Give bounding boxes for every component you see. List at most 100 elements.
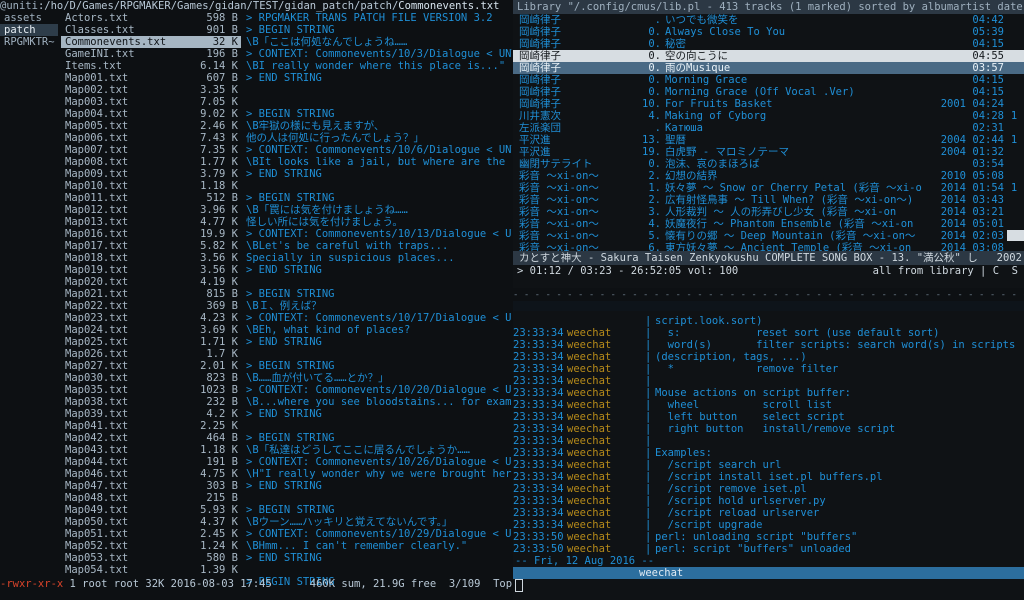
nick-separator: | [645,363,652,375]
cmus-track-row[interactable]: 彩音 ～xi-on～ 1. 妖々夢 ～ Snow or Cherry Petal (… [513,182,1024,194]
ranger-file-row[interactable]: Map004.txt 9.02 K [61,108,241,120]
nick-separator: | [645,339,652,351]
ranger-file-row[interactable]: Map013.txt 4.77 K [61,216,241,228]
ranger-file-row[interactable]: Items.txt 6.14 K [61,60,241,72]
ranger-file-row[interactable]: Map008.txt 1.77 K [61,156,241,168]
file-name: Commonevents.txt [65,36,167,48]
ranger-file-row[interactable]: Map030.txt 823 B [61,372,241,384]
ranger-file-row[interactable]: Map047.txt 303 B [61,480,241,492]
ranger-file-row[interactable]: Map026.txt 1.7 K [61,348,241,360]
ranger-file-row[interactable]: Map027.txt 2.01 K [61,360,241,372]
ranger-file-row[interactable]: Map035.txt 1023 B [61,384,241,396]
file-name: Map039.txt [65,408,129,420]
ranger-file-row[interactable]: Map048.txt 215 B [61,492,241,504]
ranger-file-row[interactable]: Map025.txt 1.71 K [61,336,241,348]
cmus-track-row[interactable]: 彩音 ～xi-on～ 2. 幻想の結界 2010 05:08 [513,170,1024,182]
cmus-track-row[interactable]: 岡崎律子 10. For Fruits Basket 2001 04:24 [513,98,1024,110]
ranger-file-row[interactable]: Map053.txt 580 B [61,552,241,564]
ranger-file-row[interactable]: Map006.txt 7.43 K [61,132,241,144]
ranger-file-row[interactable]: Map007.txt 7.35 K [61,144,241,156]
ranger-file-row[interactable]: Map020.txt 4.19 K [61,276,241,288]
ranger-file-row[interactable]: Map038.txt 232 B [61,396,241,408]
cmus-track-row[interactable]: 岡崎律子 0. 空の向こうに 04:55 [513,50,1024,62]
cmus-track-row[interactable]: 岡崎律子. いつでも微笑を 04:42 [513,14,1024,26]
ranger-file-row[interactable]: Map024.txt 3.69 K [61,324,241,336]
cmus-track-row[interactable]: 彩音 ～xi-on～ 4. 妖魔夜行 ～ Phantom Ensemble (彩音 … [513,218,1024,230]
file-name: Map019.txt [65,264,129,276]
track-duration: 02:31 [972,122,1004,134]
file-size: 1.71 K [200,336,238,348]
track-title: 幻想の結界 [665,170,718,182]
weechat-message-line: 23:33:34 weechat | /script remove iset.pl [513,483,1024,495]
cmus-track-row[interactable]: 左派楽団. Катюша 02:31 [513,122,1024,134]
ranger-file-row[interactable]: Map051.txt 2.45 K [61,528,241,540]
ranger-file-row[interactable]: Map003.txt 7.05 K [61,96,241,108]
ranger-file-row[interactable]: Classes.txt 901 B [61,24,241,36]
cmus-track-row[interactable]: 岡崎律子 0. Always Close To You 05:39 [513,26,1024,38]
ranger-file-row[interactable]: Map005.txt 2.46 K [61,120,241,132]
cmus-scrollbar[interactable] [1007,230,1024,241]
ranger-file-row[interactable]: Map042.txt 464 B [61,432,241,444]
cmus-track-row[interactable]: 彩音 ～xi-on～ 2. 広有射怪鳥事 ～ Till When? (彩音 ～xi-… [513,194,1024,206]
ranger-file-row[interactable]: Map019.txt 3.56 K [61,264,241,276]
cmus-track-row[interactable]: 幽閉サテライト 0. 泡沫、哀のまほろば 03:54 [513,158,1024,170]
weechat-message-line: 23:33:34 weechat | s: reset sort (use defa… [513,327,1024,339]
track-artist: 岡崎律子 [519,26,561,38]
preview-line: > CONTEXT: Commonevents/10/26/Dialogue <… [246,456,512,468]
track-artist: 岡崎律子 [519,62,561,74]
track-duration: 05:01 [972,218,1004,230]
cmus-track-row[interactable]: 岡崎律子 0. 秘密 04:15 [513,38,1024,50]
ranger-file-row[interactable]: Map009.txt 3.79 K [61,168,241,180]
cmus-track-row[interactable]: 平沢進 13. 聖暦 2004 02:44 1 [513,134,1024,146]
message-text: s: reset sort (use default sort) [655,327,940,339]
ranger-file-row[interactable]: GameINI.txt 196 B [61,48,241,60]
ranger-file-row[interactable]: Map011.txt 512 B [61,192,241,204]
ranger-file-row[interactable]: Map021.txt 815 B [61,288,241,300]
ranger-file-row[interactable]: Map018.txt 3.56 K [61,252,241,264]
ranger-file-row[interactable]: Map039.txt 4.2 K [61,408,241,420]
message-nick: weechat [567,435,612,447]
ranger-file-row[interactable]: Map044.txt 191 B [61,456,241,468]
ranger-file-row[interactable]: Commonevents.txt 32 K [61,36,241,48]
cmus-track-row[interactable]: 岡崎律子 0. 雨のMusique 03:57 [513,62,1024,74]
ranger-file-row[interactable]: Map010.txt 1.18 K [61,180,241,192]
track-extra [1004,86,1024,98]
ranger-file-row[interactable]: Map050.txt 4.37 K [61,516,241,528]
ranger-file-row[interactable]: Map017.txt 5.82 K [61,240,241,252]
cmus-track-row[interactable]: 彩音 ～xi-on～ 5. 懐有りの郷 ～ Deep Mountain (彩音 ～x… [513,230,1024,242]
ranger-file-row[interactable]: Map043.txt 1.18 K [61,444,241,456]
ranger-parent-dir[interactable]: RPGMKTR~ [0,36,58,48]
ranger-file-row[interactable]: Map023.txt 4.23 K [61,312,241,324]
file-size: 7.05 K [200,96,238,108]
ranger-file-row[interactable]: Map002.txt 3.35 K [61,84,241,96]
ranger-file-row[interactable]: Map041.txt 2.25 K [61,420,241,432]
cmus-track-row[interactable]: 平沢進 19. 白虎野 - マロミノテーマ 2004 01:32 [513,146,1024,158]
ranger-parent-dir[interactable]: assets [0,12,58,24]
ranger-file-row[interactable]: Map012.txt 3.96 K [61,204,241,216]
preview-line: > CONTEXT: Commonevents/10/13/Dialogue <… [246,228,512,240]
preview-line: \B「ここは何処なんでしょうね…… [246,36,408,48]
ranger-file-row[interactable]: Map054.txt 1.39 K [61,564,241,576]
file-size: 215 B [206,492,238,504]
ranger-file-row[interactable]: Map022.txt 369 B [61,300,241,312]
track-title: 空の向こうに [665,50,728,62]
track-artist: 岡崎律子 [519,74,561,86]
cmus-track-row[interactable]: 岡崎律子 0. Morning Grace (Off Vocal .Ver) 04:1… [513,86,1024,98]
ranger-file-row[interactable]: Map052.txt 1.24 K [61,540,241,552]
weechat-input-line[interactable] [513,579,1024,592]
message-time: 23:33:50 [513,543,564,555]
ranger-file-row[interactable]: Map001.txt 607 B [61,72,241,84]
cmus-track-row[interactable]: 川井憲次 4. Making of Cyborg 04:28 1 [513,110,1024,122]
message-text: script.look.sort) [655,315,763,327]
track-artist: 岡崎律子 [519,98,561,110]
message-time: 23:33:34 [513,339,564,351]
cmus-track-row[interactable]: 岡崎律子 0. Morning Grace 04:15 [513,74,1024,86]
ranger-file-row[interactable]: Map049.txt 5.93 K [61,504,241,516]
preview-line: \B……血が付いてる……とか？」 [246,372,389,384]
ranger-file-row[interactable]: Actors.txt 598 B [61,12,241,24]
cmus-track-row[interactable]: 彩音 ～xi-on～ 3. 人形裁判 ～ 人の形弄びし少女 (彩音 ～xi-on 20… [513,206,1024,218]
ranger-parent-dir[interactable]: patch [0,24,58,36]
ranger-file-row[interactable]: Map046.txt 4.75 K [61,468,241,480]
ranger-file-row[interactable]: Map016.txt 19.9 K [61,228,241,240]
track-extra [1004,98,1024,110]
